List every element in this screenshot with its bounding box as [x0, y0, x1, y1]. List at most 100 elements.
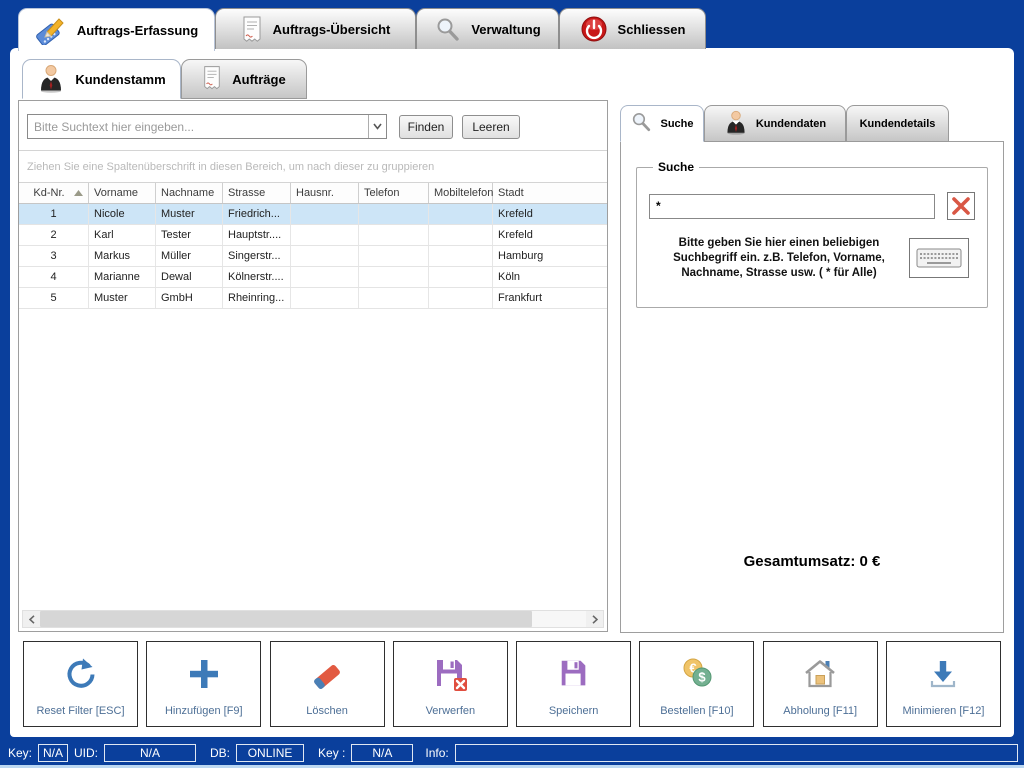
- chevron-right-icon: [592, 615, 598, 624]
- table-cell: Hauptstr....: [223, 225, 291, 245]
- red-x-icon: [950, 195, 972, 217]
- table-header: Kd-Nr. Vorname Nachname Strasse Hausnr. …: [19, 183, 607, 204]
- column-header-mobiltelefon[interactable]: Mobiltelefon: [429, 183, 493, 203]
- table-row[interactable]: 4MarianneDewalKölnerstr....Köln: [19, 267, 607, 288]
- main-content-panel: Kundenstamm Aufträge: [10, 48, 1014, 737]
- status-uid-label: UID:: [74, 746, 98, 760]
- table-cell: 3: [19, 246, 89, 266]
- table-cell: [291, 288, 359, 308]
- table-cell: GmbH: [156, 288, 223, 308]
- right-tab-label: Kundendetails: [860, 118, 936, 130]
- pickup-button[interactable]: Abholung [F11]: [763, 641, 878, 727]
- search-panel: Suche Bitte geben Sie hier einen beliebi…: [620, 141, 1004, 633]
- table-cell: Rheinring...: [223, 288, 291, 308]
- power-icon: [580, 15, 608, 43]
- column-header-kdnr[interactable]: Kd-Nr.: [19, 183, 89, 203]
- tab-suche[interactable]: Suche: [620, 105, 704, 142]
- table-cell: [359, 246, 429, 266]
- tab-kundendetails[interactable]: Kundendetails: [846, 105, 949, 142]
- minimize-button[interactable]: Minimieren [F12]: [886, 641, 1001, 727]
- status-info-value: [455, 744, 1018, 762]
- tab-kundendaten[interactable]: Kundendaten: [704, 105, 846, 142]
- column-header-strasse[interactable]: Strasse: [223, 183, 291, 203]
- table-cell: 5: [19, 288, 89, 308]
- table-row[interactable]: 1NicoleMusterFriedrich...Krefeld: [19, 204, 607, 225]
- main-tab-label: Schliessen: [618, 22, 686, 37]
- keyboard-icon: [916, 244, 962, 272]
- discard-button[interactable]: Verwerfen: [393, 641, 508, 727]
- clear-button[interactable]: Leeren: [462, 115, 520, 139]
- right-tab-label: Suche: [660, 118, 693, 130]
- search-term-input[interactable]: [649, 194, 935, 219]
- table-cell: [291, 267, 359, 287]
- main-tab-label: Auftrags-Erfassung: [77, 23, 198, 38]
- save-icon: [557, 642, 591, 705]
- tab-schliessen[interactable]: Schliessen: [559, 8, 706, 49]
- order-button[interactable]: € $ Bestellen [F10]: [639, 641, 754, 727]
- table-cell: 1: [19, 204, 89, 224]
- table-row[interactable]: 3MarkusMüllerSingerstr...Hamburg: [19, 246, 607, 267]
- table-cell: Dewal: [156, 267, 223, 287]
- tab-verwaltung[interactable]: Verwaltung: [416, 8, 559, 49]
- table-cell: 2: [19, 225, 89, 245]
- suche-groupbox: Suche Bitte geben Sie hier einen beliebi…: [636, 160, 988, 308]
- person-icon: [724, 109, 748, 138]
- coins-icon: € $: [678, 642, 716, 705]
- scroll-left-button[interactable]: [23, 611, 40, 627]
- table-cell: [359, 267, 429, 287]
- table-cell: Krefeld: [493, 225, 607, 245]
- table-cell: [429, 288, 493, 308]
- find-button[interactable]: Finden: [399, 115, 453, 139]
- discard-save-icon: [432, 642, 468, 705]
- save-button[interactable]: Speichern: [516, 641, 631, 727]
- status-info-label: Info:: [425, 746, 448, 760]
- receipt-icon: [241, 16, 263, 43]
- person-icon: [37, 63, 65, 96]
- customer-grid-panel: Finden Leeren Ziehen Sie eine Spaltenübe…: [18, 100, 608, 632]
- table-row[interactable]: 2KarlTesterHauptstr....Krefeld: [19, 225, 607, 246]
- table-row[interactable]: 5MusterGmbHRheinring...Frankfurt: [19, 288, 607, 309]
- status-uid-value: N/A: [104, 744, 196, 762]
- main-tab-bar: Auftrags-Erfassung Auftrags-Übersicht Ve…: [18, 8, 706, 51]
- svg-text:$: $: [698, 669, 706, 684]
- table-cell: [291, 204, 359, 224]
- add-button[interactable]: Hinzufügen [F9]: [146, 641, 261, 727]
- house-icon: [802, 642, 838, 705]
- right-tab-bar: Suche Kundendaten Kundendetails: [620, 105, 949, 142]
- status-key2-value: N/A: [351, 744, 413, 762]
- scrollbar-thumb[interactable]: [40, 611, 532, 627]
- grid-search-row: Finden Leeren: [19, 101, 607, 150]
- chevron-down-icon: [373, 123, 382, 130]
- clear-search-button[interactable]: [947, 192, 975, 220]
- horizontal-scrollbar[interactable]: [22, 610, 604, 628]
- keyboard-button[interactable]: [909, 238, 969, 278]
- table-cell: [359, 204, 429, 224]
- combo-dropdown-button[interactable]: [368, 115, 386, 138]
- group-by-area[interactable]: Ziehen Sie eine Spaltenüberschrift in di…: [19, 150, 607, 183]
- total-revenue-label: Gesamtumsatz: 0 €: [621, 553, 1003, 570]
- delete-button[interactable]: Löschen: [270, 641, 385, 727]
- column-header-telefon[interactable]: Telefon: [359, 183, 429, 203]
- tab-auftraege[interactable]: Aufträge: [181, 59, 307, 99]
- table-body: 1NicoleMusterFriedrich...Krefeld2KarlTes…: [19, 204, 607, 309]
- tab-auftrags-uebersicht[interactable]: Auftrags-Übersicht: [215, 8, 416, 49]
- search-icon: [630, 111, 652, 136]
- sub-tab-label: Kundenstamm: [75, 72, 165, 87]
- tab-auftrags-erfassung[interactable]: Auftrags-Erfassung: [18, 8, 215, 51]
- column-header-vorname[interactable]: Vorname: [89, 183, 156, 203]
- grid-search-combo: [27, 114, 387, 139]
- minimize-icon: [925, 642, 961, 705]
- scroll-right-button[interactable]: [586, 611, 603, 627]
- table-cell: [429, 204, 493, 224]
- status-db-value: ONLINE: [236, 744, 304, 762]
- sort-ascending-icon: [74, 190, 83, 196]
- grid-search-input[interactable]: [28, 115, 368, 138]
- table-cell: [429, 246, 493, 266]
- column-header-nachname[interactable]: Nachname: [156, 183, 223, 203]
- table-cell: Marianne: [89, 267, 156, 287]
- column-header-hausnr[interactable]: Hausnr.: [291, 183, 359, 203]
- column-header-stadt[interactable]: Stadt: [493, 183, 607, 203]
- reset-filter-button[interactable]: Reset Filter [ESC]: [23, 641, 138, 727]
- tab-kundenstamm[interactable]: Kundenstamm: [22, 59, 181, 99]
- table-cell: Friedrich...: [223, 204, 291, 224]
